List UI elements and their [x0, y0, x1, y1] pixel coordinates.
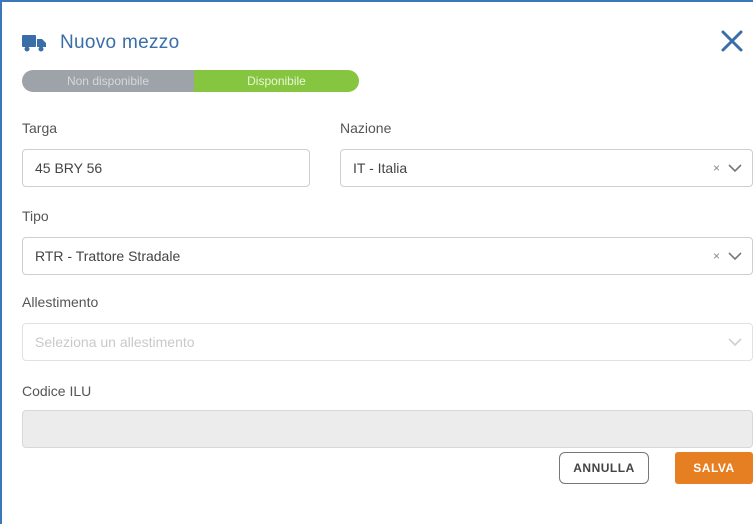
allestimento-placeholder: Seleziona un allestimento — [35, 334, 195, 350]
codice-ilu-input[interactable] — [22, 410, 753, 448]
dialog-title: Nuovo mezzo — [60, 32, 180, 53]
allestimento-label: Allestimento — [22, 294, 99, 310]
close-icon[interactable] — [719, 28, 745, 54]
targa-value: 45 BRY 56 — [35, 160, 103, 176]
allestimento-select[interactable]: Seleziona un allestimento — [22, 323, 753, 361]
nazione-label: Nazione — [340, 120, 392, 136]
nazione-select[interactable]: IT - Italia × — [340, 149, 753, 187]
truck-icon — [22, 35, 46, 52]
dialog: Nuovo mezzo Non disponibile Disponibile … — [0, 0, 753, 524]
clear-icon[interactable]: × — [713, 249, 720, 263]
codice-ilu-label: Codice ILU — [22, 383, 92, 399]
nazione-value: IT - Italia — [353, 160, 408, 176]
dialog-header: Nuovo mezzo — [22, 28, 179, 58]
clear-icon[interactable]: × — [713, 161, 720, 175]
toggle-option-available[interactable]: Disponibile — [194, 70, 359, 92]
tipo-select[interactable]: RTR - Trattore Stradale × — [22, 237, 753, 275]
save-button[interactable]: SALVA — [675, 452, 753, 484]
tipo-label: Tipo — [22, 208, 49, 224]
toggle-option-unavailable[interactable]: Non disponibile — [22, 70, 194, 92]
availability-toggle[interactable]: Non disponibile Disponibile — [22, 70, 359, 92]
targa-input[interactable]: 45 BRY 56 — [22, 149, 310, 187]
targa-label: Targa — [22, 120, 58, 136]
cancel-button[interactable]: ANNULLA — [559, 452, 649, 484]
chevron-down-icon[interactable] — [728, 337, 742, 347]
tipo-value: RTR - Trattore Stradale — [35, 248, 181, 264]
chevron-down-icon[interactable] — [728, 251, 742, 261]
chevron-down-icon[interactable] — [728, 163, 742, 173]
